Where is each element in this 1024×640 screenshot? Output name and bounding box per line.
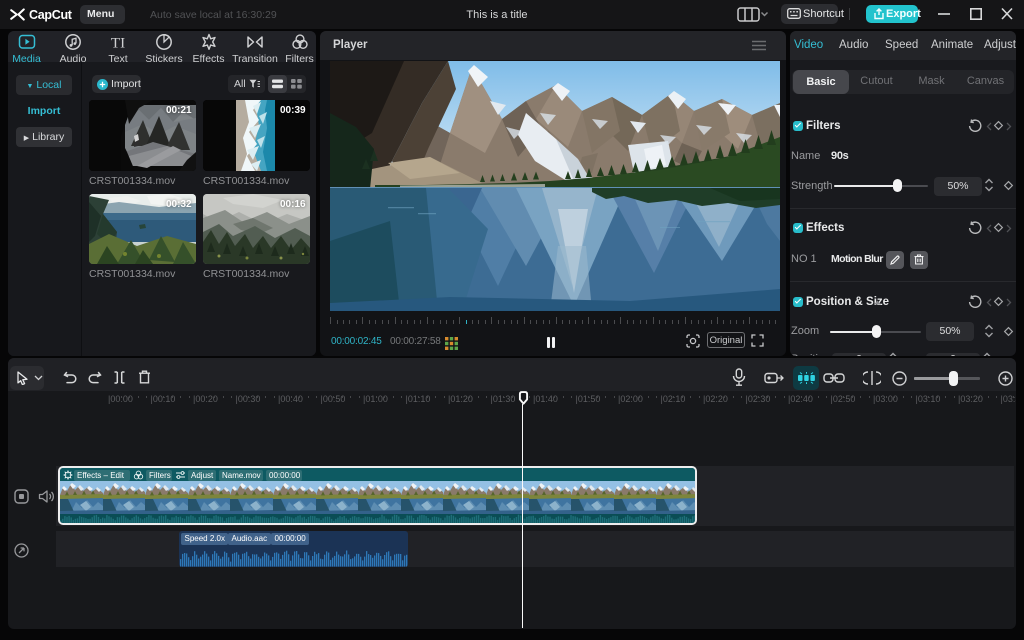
svg-text:TI: TI bbox=[111, 36, 125, 52]
